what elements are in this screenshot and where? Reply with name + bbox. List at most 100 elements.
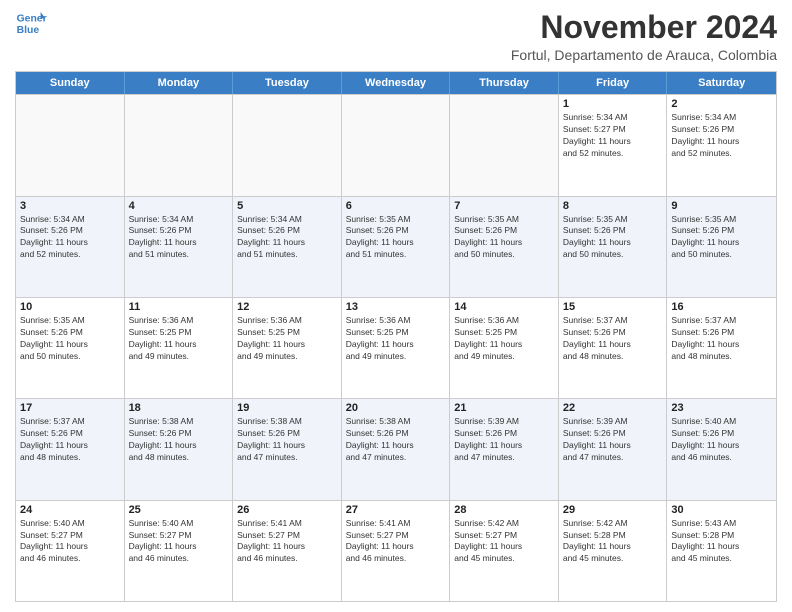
calendar-cell [16, 95, 125, 195]
calendar-cell: 19 Sunrise: 5:38 AM Sunset: 5:26 PM Dayli… [233, 399, 342, 499]
calendar-cell: 24 Sunrise: 5:40 AM Sunset: 5:27 PM Dayli… [16, 501, 125, 601]
day-number: 11 [129, 301, 229, 313]
day-info: Sunrise: 5:36 AM Sunset: 5:25 PM Dayligh… [237, 315, 337, 363]
day-number: 1 [563, 98, 663, 110]
day-number: 23 [671, 402, 772, 414]
logo-icon: General Blue [15, 10, 47, 38]
calendar-cell: 1 Sunrise: 5:34 AM Sunset: 5:27 PM Daylig… [559, 95, 668, 195]
calendar-cell: 23 Sunrise: 5:40 AM Sunset: 5:26 PM Dayli… [667, 399, 776, 499]
calendar-cell: 21 Sunrise: 5:39 AM Sunset: 5:26 PM Dayli… [450, 399, 559, 499]
day-info: Sunrise: 5:40 AM Sunset: 5:27 PM Dayligh… [20, 518, 120, 566]
day-number: 25 [129, 504, 229, 516]
weekday-header: Thursday [450, 72, 559, 94]
day-info: Sunrise: 5:38 AM Sunset: 5:26 PM Dayligh… [129, 416, 229, 464]
calendar-header: SundayMondayTuesdayWednesdayThursdayFrid… [16, 72, 776, 94]
calendar-cell: 12 Sunrise: 5:36 AM Sunset: 5:25 PM Dayli… [233, 298, 342, 398]
day-number: 24 [20, 504, 120, 516]
day-info: Sunrise: 5:36 AM Sunset: 5:25 PM Dayligh… [129, 315, 229, 363]
calendar-cell: 5 Sunrise: 5:34 AM Sunset: 5:26 PM Daylig… [233, 197, 342, 297]
calendar-body: 1 Sunrise: 5:34 AM Sunset: 5:27 PM Daylig… [16, 94, 776, 601]
calendar-cell [450, 95, 559, 195]
day-info: Sunrise: 5:35 AM Sunset: 5:26 PM Dayligh… [563, 214, 663, 262]
calendar-row: 1 Sunrise: 5:34 AM Sunset: 5:27 PM Daylig… [16, 94, 776, 195]
day-number: 18 [129, 402, 229, 414]
day-number: 12 [237, 301, 337, 313]
day-info: Sunrise: 5:43 AM Sunset: 5:28 PM Dayligh… [671, 518, 772, 566]
day-number: 2 [671, 98, 772, 110]
day-number: 17 [20, 402, 120, 414]
day-info: Sunrise: 5:34 AM Sunset: 5:26 PM Dayligh… [237, 214, 337, 262]
day-info: Sunrise: 5:34 AM Sunset: 5:26 PM Dayligh… [20, 214, 120, 262]
day-info: Sunrise: 5:39 AM Sunset: 5:26 PM Dayligh… [454, 416, 554, 464]
day-number: 29 [563, 504, 663, 516]
location: Fortul, Departamento de Arauca, Colombia [511, 47, 777, 63]
day-number: 19 [237, 402, 337, 414]
day-number: 22 [563, 402, 663, 414]
calendar-cell: 7Sunrise: 5:35 AM Sunset: 5:26 PM Daylig… [450, 197, 559, 297]
calendar-cell: 13Sunrise: 5:36 AM Sunset: 5:25 PM Dayli… [342, 298, 451, 398]
day-info: Sunrise: 5:35 AM Sunset: 5:26 PM Dayligh… [346, 214, 446, 262]
day-info: Sunrise: 5:38 AM Sunset: 5:26 PM Dayligh… [237, 416, 337, 464]
day-info: Sunrise: 5:42 AM Sunset: 5:27 PM Dayligh… [454, 518, 554, 566]
day-info: Sunrise: 5:36 AM Sunset: 5:25 PM Dayligh… [454, 315, 554, 363]
day-number: 6 [346, 200, 446, 212]
weekday-header: Wednesday [342, 72, 451, 94]
calendar-cell: 30 Sunrise: 5:43 AM Sunset: 5:28 PM Dayli… [667, 501, 776, 601]
day-info: Sunrise: 5:37 AM Sunset: 5:26 PM Dayligh… [20, 416, 120, 464]
weekday-header: Monday [125, 72, 234, 94]
calendar-cell: 20Sunrise: 5:38 AM Sunset: 5:26 PM Dayli… [342, 399, 451, 499]
calendar-cell: 8 Sunrise: 5:35 AM Sunset: 5:26 PM Daylig… [559, 197, 668, 297]
calendar-cell: 17 Sunrise: 5:37 AM Sunset: 5:26 PM Dayli… [16, 399, 125, 499]
calendar-cell: 14 Sunrise: 5:36 AM Sunset: 5:25 PM Dayli… [450, 298, 559, 398]
calendar-cell: 18 Sunrise: 5:38 AM Sunset: 5:26 PM Dayli… [125, 399, 234, 499]
day-info: Sunrise: 5:34 AM Sunset: 5:26 PM Dayligh… [129, 214, 229, 262]
day-number: 30 [671, 504, 772, 516]
day-number: 8 [563, 200, 663, 212]
calendar-cell [342, 95, 451, 195]
day-number: 13 [346, 301, 446, 313]
day-number: 14 [454, 301, 554, 313]
day-number: 21 [454, 402, 554, 414]
calendar-cell: 27Sunrise: 5:41 AM Sunset: 5:27 PM Dayli… [342, 501, 451, 601]
day-info: Sunrise: 5:42 AM Sunset: 5:28 PM Dayligh… [563, 518, 663, 566]
day-number: 7 [454, 200, 554, 212]
header-right: November 2024 Fortul, Departamento de Ar… [511, 10, 777, 63]
day-info: Sunrise: 5:40 AM Sunset: 5:27 PM Dayligh… [129, 518, 229, 566]
day-info: Sunrise: 5:40 AM Sunset: 5:26 PM Dayligh… [671, 416, 772, 464]
calendar-row: 10Sunrise: 5:35 AM Sunset: 5:26 PM Dayli… [16, 297, 776, 398]
day-number: 3 [20, 200, 120, 212]
day-info: Sunrise: 5:41 AM Sunset: 5:27 PM Dayligh… [237, 518, 337, 566]
calendar-cell: 9Sunrise: 5:35 AM Sunset: 5:26 PM Daylig… [667, 197, 776, 297]
day-info: Sunrise: 5:35 AM Sunset: 5:26 PM Dayligh… [671, 214, 772, 262]
calendar-cell: 28 Sunrise: 5:42 AM Sunset: 5:27 PM Dayli… [450, 501, 559, 601]
day-info: Sunrise: 5:39 AM Sunset: 5:26 PM Dayligh… [563, 416, 663, 464]
day-number: 16 [671, 301, 772, 313]
header: General Blue November 2024 Fortul, Depar… [15, 10, 777, 63]
calendar-cell: 26 Sunrise: 5:41 AM Sunset: 5:27 PM Dayli… [233, 501, 342, 601]
day-info: Sunrise: 5:34 AM Sunset: 5:27 PM Dayligh… [563, 112, 663, 160]
calendar-cell [233, 95, 342, 195]
day-number: 15 [563, 301, 663, 313]
calendar-cell: 29 Sunrise: 5:42 AM Sunset: 5:28 PM Dayli… [559, 501, 668, 601]
day-number: 26 [237, 504, 337, 516]
calendar-cell: 11 Sunrise: 5:36 AM Sunset: 5:25 PM Dayli… [125, 298, 234, 398]
calendar-row: 17 Sunrise: 5:37 AM Sunset: 5:26 PM Dayli… [16, 398, 776, 499]
calendar-cell: 22 Sunrise: 5:39 AM Sunset: 5:26 PM Dayli… [559, 399, 668, 499]
calendar-cell: 6 Sunrise: 5:35 AM Sunset: 5:26 PM Daylig… [342, 197, 451, 297]
calendar-cell: 25 Sunrise: 5:40 AM Sunset: 5:27 PM Dayli… [125, 501, 234, 601]
day-number: 5 [237, 200, 337, 212]
calendar-row: 3 Sunrise: 5:34 AM Sunset: 5:26 PM Daylig… [16, 196, 776, 297]
calendar: SundayMondayTuesdayWednesdayThursdayFrid… [15, 71, 777, 602]
month-title: November 2024 [511, 10, 777, 45]
calendar-cell: 10Sunrise: 5:35 AM Sunset: 5:26 PM Dayli… [16, 298, 125, 398]
svg-text:Blue: Blue [17, 25, 40, 36]
day-info: Sunrise: 5:41 AM Sunset: 5:27 PM Dayligh… [346, 518, 446, 566]
calendar-cell: 16 Sunrise: 5:37 AM Sunset: 5:26 PM Dayli… [667, 298, 776, 398]
day-info: Sunrise: 5:38 AM Sunset: 5:26 PM Dayligh… [346, 416, 446, 464]
day-info: Sunrise: 5:37 AM Sunset: 5:26 PM Dayligh… [671, 315, 772, 363]
calendar-cell: 15Sunrise: 5:37 AM Sunset: 5:26 PM Dayli… [559, 298, 668, 398]
weekday-header: Tuesday [233, 72, 342, 94]
calendar-cell: 2 Sunrise: 5:34 AM Sunset: 5:26 PM Daylig… [667, 95, 776, 195]
day-info: Sunrise: 5:34 AM Sunset: 5:26 PM Dayligh… [671, 112, 772, 160]
day-number: 28 [454, 504, 554, 516]
